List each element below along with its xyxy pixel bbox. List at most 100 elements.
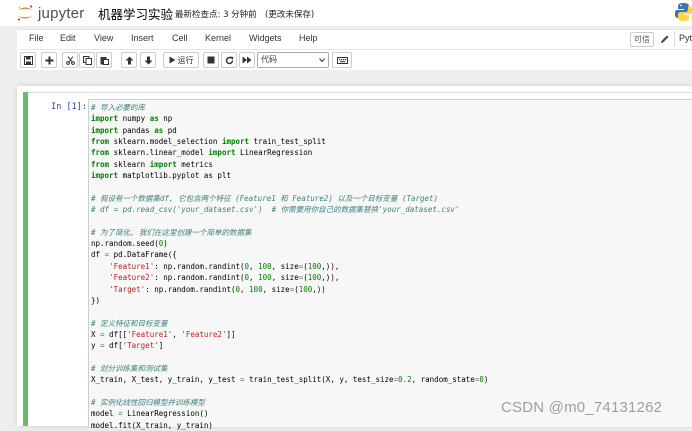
- move-down-button[interactable]: [140, 52, 156, 68]
- save-button[interactable]: [20, 52, 36, 68]
- code-editor[interactable]: # 导入必要的库 import numpy as np import pandas …: [88, 99, 692, 430]
- save-icon: [23, 55, 33, 65]
- code-token: ,: [240, 284, 250, 294]
- menu-file[interactable]: File: [29, 33, 44, 43]
- arrow-down-icon: [144, 56, 152, 64]
- notebook-title[interactable]: 机器学习实验: [98, 4, 173, 23]
- menu-help[interactable]: Help: [299, 33, 318, 43]
- code-line: df = pd.DataFrame({: [91, 249, 488, 260]
- code-token: # 假设有一个数据集df, 它包含两个特征 (Feature1 和 Featur…: [91, 193, 439, 203]
- move-up-button[interactable]: [121, 52, 137, 68]
- menu-widgets[interactable]: Widgets: [249, 33, 282, 43]
- code-token: 100: [307, 273, 322, 283]
- code-token: ,: [172, 329, 182, 339]
- menu-cell[interactable]: Cell: [172, 33, 188, 43]
- kernel-name[interactable]: Python: [679, 33, 692, 43]
- code-token: , size: [271, 261, 299, 271]
- autosave-status: (更改未保存): [265, 10, 315, 20]
- code-token: ): [163, 239, 168, 249]
- code-token: model.fit(X_train, y_train): [91, 420, 213, 430]
- toolbar: 运行 代码: [17, 50, 692, 70]
- code-token: as: [203, 171, 213, 181]
- code-token: plt: [212, 171, 231, 181]
- copy-icon: [82, 55, 92, 65]
- code-token: # 实例化线性回归模型并训练模型: [91, 397, 206, 407]
- code-token: 'Feature1': [109, 261, 155, 271]
- code-token: 100: [249, 284, 263, 294]
- code-token: import: [91, 114, 119, 124]
- copy-button[interactable]: [79, 52, 95, 68]
- jupyter-logo-icon: [17, 5, 33, 21]
- arrow-up-icon: [125, 56, 133, 64]
- code-token: sklearn.model_selection: [109, 137, 222, 147]
- code-line: from sklearn.linear_model import LinearR…: [91, 147, 488, 158]
- cut-button[interactable]: [62, 52, 78, 68]
- code-token: ,)),: [321, 273, 340, 283]
- code-token: train_test_split(X, y, test_size: [244, 375, 394, 385]
- code-token: import: [149, 159, 177, 169]
- code-token: # df = pd.read_csv('your_dataset.csv') #…: [91, 205, 460, 215]
- trusted-indicator[interactable]: 可信: [630, 32, 654, 47]
- code-token: import: [91, 171, 119, 181]
- menu-view[interactable]: View: [94, 33, 113, 43]
- code-token: numpy: [118, 114, 150, 124]
- code-token: # 定义特征和目标变量: [91, 318, 168, 328]
- code-token: as: [154, 125, 164, 135]
- run-label: 运行: [177, 55, 194, 65]
- code-line: }): [91, 295, 488, 306]
- kernel-divider: [674, 31, 675, 47]
- code-line: import numpy as np: [91, 113, 488, 124]
- code-token: : np.random.randint(: [145, 284, 236, 294]
- cut-icon: [65, 55, 75, 65]
- code-token: LinearRegression: [235, 148, 313, 158]
- code-token: ]: [158, 341, 164, 351]
- code-token: 100: [298, 284, 313, 294]
- code-token: 'Target': [109, 284, 146, 294]
- code-text[interactable]: # 导入必要的库 import numpy as np import pandas …: [91, 102, 488, 431]
- cell-type-value: 代码: [261, 55, 277, 64]
- code-token: # 为了简化, 我们在这里创建一个简单的数据集: [91, 227, 252, 237]
- menu-edit[interactable]: Edit: [60, 33, 76, 43]
- code-line: X = df[['Feature1', 'Feature2']]: [91, 329, 488, 340]
- code-token: LinearRegression(): [122, 409, 209, 419]
- code-token: 0.2: [398, 375, 412, 385]
- code-token: 100: [258, 273, 272, 283]
- code-line: from sklearn.model_selection import trai…: [91, 136, 488, 147]
- code-token: as: [149, 114, 159, 124]
- code-token: y: [91, 341, 101, 351]
- cell-type-select[interactable]: 代码: [257, 52, 329, 68]
- add-cell-button[interactable]: [41, 52, 57, 68]
- code-token: 100: [258, 261, 272, 271]
- run-button[interactable]: 运行: [163, 52, 199, 68]
- code-line: import pandas as pd: [91, 125, 488, 136]
- chevron-down-icon: [319, 58, 325, 63]
- interrupt-button[interactable]: [203, 52, 219, 68]
- command-palette-button[interactable]: [332, 52, 352, 68]
- code-line: # 为了简化, 我们在这里创建一个简单的数据集: [91, 227, 488, 238]
- code-line: # df = pd.read_csv('your_dataset.csv') #…: [91, 204, 488, 215]
- menu-kernel[interactable]: Kernel: [205, 33, 231, 43]
- pencil-icon[interactable]: [660, 34, 670, 44]
- code-token: from: [91, 159, 110, 169]
- paste-button[interactable]: [96, 52, 112, 68]
- code-token: df[[: [104, 329, 128, 339]
- code-token: 'Feature2': [181, 329, 227, 339]
- code-token: 'Feature2': [109, 273, 155, 283]
- code-line: 'Target': np.random.randint(0, 100, size…: [91, 284, 488, 295]
- code-token: , size: [271, 273, 299, 283]
- code-token: sklearn: [109, 159, 150, 169]
- menu-insert[interactable]: Insert: [131, 33, 154, 43]
- code-token: 'Target': [122, 341, 159, 351]
- code-token: ): [483, 375, 489, 385]
- code-line: X_train, X_test, y_train, y_test = train…: [91, 374, 488, 385]
- code-line: np.random.seed(0): [91, 238, 488, 249]
- jupyter-logo[interactable]: jupyter: [16, 3, 84, 23]
- restart-run-all-button[interactable]: [239, 52, 255, 68]
- restart-button[interactable]: [221, 52, 237, 68]
- code-line: # 实例化线性回归模型并训练模型: [91, 397, 488, 408]
